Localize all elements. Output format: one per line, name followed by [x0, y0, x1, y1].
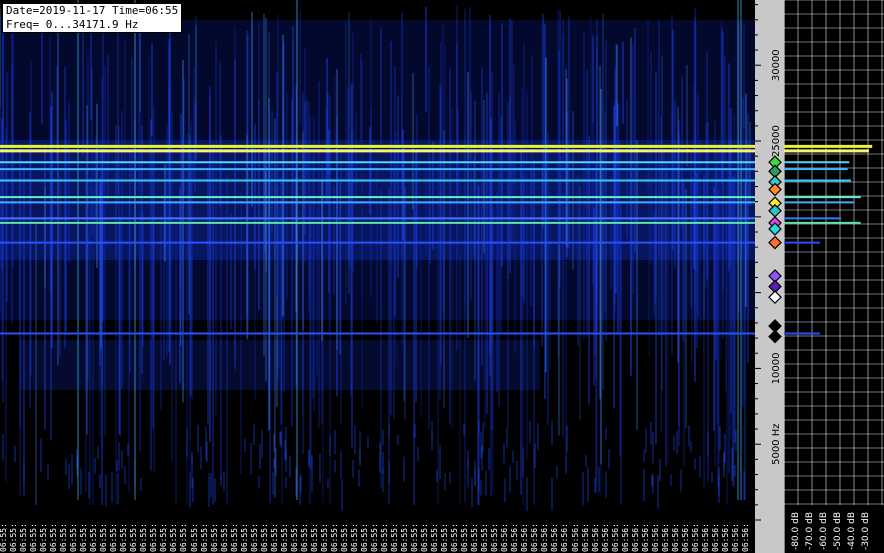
db-tick-label: -30.0 dB: [861, 512, 871, 550]
db-tick-label: -60.0 dB: [819, 512, 829, 550]
time-tick-label: 06:56:07: [570, 524, 580, 552]
time-tick-label: 06:55:32: [219, 524, 229, 552]
time-tick-label: 06:56:09: [590, 524, 600, 552]
db-tick-label: -50.0 dB: [833, 512, 843, 550]
time-tick-label: 06:55:21: [109, 524, 119, 552]
time-tick-label: 06:56:04: [540, 524, 550, 552]
time-tick-label: 06:55:56: [460, 524, 470, 552]
time-tick-label: 06:56:11: [610, 524, 620, 552]
info-box: Date=2019-11-17 Time=06:55 Freq= 0...341…: [2, 3, 183, 33]
time-tick-label: 06:55:53: [430, 524, 440, 552]
spectrum-background: [784, 0, 884, 553]
time-tick-label: 06:55:40: [299, 524, 309, 552]
time-tick-label: 06:55:52: [420, 524, 430, 552]
time-tick-label: 06:56:14: [640, 524, 650, 552]
time-tick-label: 06:55:58: [480, 524, 490, 552]
time-tick-label: 06:55:38: [279, 524, 289, 552]
date-time-readout: Date=2019-11-17 Time=06:55: [6, 4, 179, 17]
time-tick-label: 06:55:49: [390, 524, 400, 552]
time-tick-label: 06:56:03: [530, 524, 540, 552]
time-tick-label: 06:55:30: [199, 524, 209, 552]
time-tick-label: 06:55:45: [349, 524, 359, 552]
time-tick-label: 06:55:10: [0, 524, 8, 552]
time-tick-label: 06:55:22: [119, 524, 129, 552]
time-tick-label: 06:55:54: [440, 524, 450, 552]
time-tick-label: 06:56:08: [580, 524, 590, 552]
time-tick-label: 06:55:14: [39, 524, 49, 552]
time-tick-label: 06:55:50: [400, 524, 410, 552]
time-tick-label: 06:55:59: [490, 524, 500, 552]
time-axis: 06:55:1006:55:1106:55:1206:55:1306:55:14…: [0, 524, 755, 553]
time-tick-label: 06:55:13: [29, 524, 39, 552]
spectrogram-display[interactable]: [0, 0, 755, 524]
time-tick-label: 06:55:46: [359, 524, 369, 552]
frequency-axis-canvas: 30000 25000 10000 5000 Hz: [755, 0, 784, 553]
time-tick-label: 06:55:11: [9, 524, 19, 552]
time-tick-label: 06:55:24: [139, 524, 149, 552]
time-tick-label: 06:55:15: [49, 524, 59, 552]
time-tick-label: 06:56:23: [730, 524, 740, 552]
time-tick-label: 06:56:06: [560, 524, 570, 552]
time-tick-label: 06:55:39: [289, 524, 299, 552]
time-tick-label: 06:55:20: [99, 524, 109, 552]
time-tick-label: 06:56:20: [700, 524, 710, 552]
time-tick-label: 06:55:36: [259, 524, 269, 552]
spectrum-panel: -80.0 dB -70.0 dB -60.0 dB -50.0 dB -40.0 dB…: [784, 0, 884, 553]
time-tick-label: 06:56:24: [740, 524, 750, 552]
time-tick-label: 06:55:34: [239, 524, 249, 552]
time-tick-label: 06:56:18: [680, 524, 690, 552]
time-tick-label: 06:55:29: [189, 524, 199, 552]
time-tick-label: 06:56:17: [670, 524, 680, 552]
frequency-axis: 30000 25000 10000 5000 Hz: [755, 0, 784, 553]
noise-blob: [20, 340, 540, 390]
frequency-tick-label: 25000: [771, 125, 782, 157]
time-tick-label: 06:55:28: [179, 524, 189, 552]
time-tick-label: 06:56:15: [650, 524, 660, 552]
time-tick-label: 06:55:42: [319, 524, 329, 552]
time-tick-label: 06:55:16: [59, 524, 69, 552]
time-tick-label: 06:55:33: [229, 524, 239, 552]
frequency-tick-label: 5000 Hz: [771, 424, 782, 465]
time-tick-label: 06:56:21: [710, 524, 720, 552]
time-tick-label: 06:55:37: [269, 524, 279, 552]
time-tick-label: 06:56:00: [500, 524, 510, 552]
time-tick-label: 06:55:27: [169, 524, 179, 552]
time-tick-label: 06:55:26: [159, 524, 169, 552]
time-tick-label: 06:55:19: [89, 524, 99, 552]
frequency-tick-label: 30000: [771, 49, 782, 81]
time-tick-label: 06:55:25: [149, 524, 159, 552]
time-tick-label: 06:56:02: [520, 524, 530, 552]
time-tick-label: 06:56:05: [550, 524, 560, 552]
time-tick-label: 06:56:22: [720, 524, 730, 552]
time-tick-label: 06:56:01: [510, 524, 520, 552]
time-tick-label: 06:56:19: [690, 524, 700, 552]
time-tick-label: 06:55:31: [209, 524, 219, 552]
spectrum-graph: -80.0 dB -70.0 dB -60.0 dB -50.0 dB -40.0 dB…: [784, 0, 884, 553]
time-tick-label: 06:56:16: [660, 524, 670, 552]
frequency-tick-label: 10000: [771, 353, 782, 385]
time-tick-label: 06:55:43: [329, 524, 339, 552]
time-tick-label: 06:55:51: [410, 524, 420, 552]
time-tick-label: 06:55:47: [369, 524, 379, 552]
time-tick-label: 06:55:12: [19, 524, 29, 552]
db-tick-label: -40.0 dB: [847, 512, 857, 550]
time-tick-label: 06:55:18: [79, 524, 89, 552]
time-tick-label: 06:55:17: [69, 524, 79, 552]
time-tick-label: 06:55:57: [470, 524, 480, 552]
time-tick-label: 06:55:41: [309, 524, 319, 552]
frequency-range-readout: Freq= 0...34171.9 Hz: [6, 18, 139, 31]
time-tick-label: 06:56:12: [620, 524, 630, 552]
time-tick-label: 06:55:55: [450, 524, 460, 552]
time-tick-label: 06:56:13: [630, 524, 640, 552]
time-tick-label: 06:56:10: [600, 524, 610, 552]
time-tick-label: 06:55:23: [129, 524, 139, 552]
spectrogram-canvas: [0, 0, 755, 524]
time-tick-label: 06:55:44: [339, 524, 349, 552]
db-tick-label: -70.0 dB: [805, 512, 815, 550]
db-tick-label: -80.0 dB: [791, 512, 801, 550]
time-tick-label: 06:55:35: [249, 524, 259, 552]
time-tick-label: 06:55:48: [380, 524, 389, 552]
